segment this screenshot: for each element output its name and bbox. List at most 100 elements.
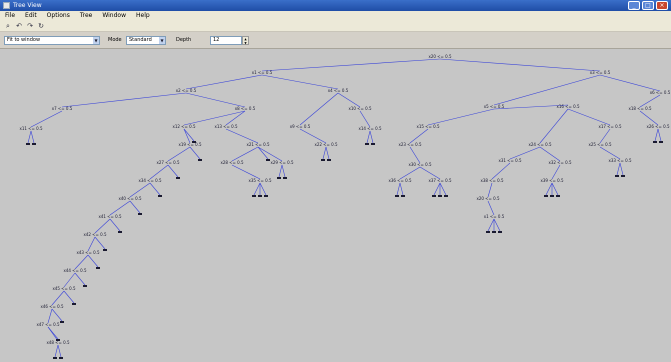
- node-label[interactable]: x34 <= 0.5: [138, 178, 162, 183]
- node-label[interactable]: x29 <= 0.5: [270, 160, 294, 165]
- menu-help[interactable]: Help: [131, 11, 155, 21]
- window-controls: _ □ ×: [628, 1, 668, 10]
- node-label[interactable]: x1 <= 0.5: [484, 214, 505, 219]
- node-label[interactable]: x38 <= 0.5: [480, 178, 504, 183]
- node-label[interactable]: x8 <= 0.5: [235, 106, 256, 111]
- minimize-button[interactable]: _: [628, 1, 640, 10]
- zoom-icon[interactable]: ⌕: [4, 23, 12, 30]
- leaf-node: [96, 267, 100, 269]
- leaf-node: [83, 285, 87, 287]
- node-label[interactable]: x15 <= 0.5: [416, 124, 440, 129]
- node-label[interactable]: x30 <= 0.5: [408, 162, 432, 167]
- menu-window[interactable]: Window: [97, 11, 131, 21]
- menu-tree[interactable]: Tree: [75, 11, 98, 21]
- leaf-edge: [551, 182, 559, 196]
- node-label[interactable]: x2 <= 0.5: [176, 88, 197, 93]
- node-label[interactable]: x27 <= 0.5: [156, 160, 180, 165]
- node-label[interactable]: x9 <= 0.5: [290, 124, 311, 129]
- tree-edge: [427, 108, 495, 126]
- tree-select[interactable]: Fit to window ▼: [4, 36, 100, 45]
- node-label[interactable]: x13 <= 0.5: [214, 124, 238, 129]
- maximize-button[interactable]: □: [642, 1, 654, 10]
- node-label[interactable]: x47 <= 0.5: [36, 322, 60, 327]
- redo-icon[interactable]: ↷: [26, 23, 34, 30]
- tree-edge: [299, 92, 339, 126]
- tree-edge: [129, 182, 151, 198]
- tree-edge: [225, 128, 259, 144]
- tree-edge: [551, 164, 561, 180]
- node-label[interactable]: x40 <= 0.5: [118, 196, 142, 201]
- node-label[interactable]: x17 <= 0.5: [598, 124, 622, 129]
- node-label[interactable]: x18 <= 0.5: [628, 106, 652, 111]
- node-label[interactable]: x14 <= 0.5: [358, 126, 382, 131]
- close-button[interactable]: ×: [656, 1, 668, 10]
- menu-file[interactable]: File: [0, 11, 20, 21]
- leaf-node: [283, 177, 287, 179]
- leaf-node: [659, 141, 663, 143]
- tree-edge: [299, 128, 327, 144]
- tree-canvas[interactable]: x20 <= 0.5 x1 <= 0.5 x3 <= 0.5 x2 <= 0.5 x4 …: [0, 49, 671, 362]
- refresh-icon[interactable]: ↻: [37, 23, 45, 30]
- node-label[interactable]: x41 <= 0.5: [98, 214, 122, 219]
- node-label[interactable]: x45 <= 0.5: [52, 286, 76, 291]
- leaf-node: [53, 357, 57, 359]
- node-label[interactable]: x44 <= 0.5: [63, 268, 87, 273]
- node-label[interactable]: x6 <= 0.5: [650, 90, 671, 95]
- leaf-node: [32, 143, 36, 145]
- leaf-node: [327, 159, 331, 161]
- depth-value: 12: [213, 37, 220, 43]
- node-label[interactable]: x39 <= 0.5: [540, 178, 564, 183]
- node-label[interactable]: x42 <= 0.5: [83, 232, 107, 237]
- node-label[interactable]: x37 <= 0.5: [428, 178, 452, 183]
- node-label[interactable]: x46 <= 0.5: [40, 304, 64, 309]
- leaf-node: [252, 195, 256, 197]
- node-label[interactable]: x32 <= 0.5: [548, 160, 572, 165]
- node-label[interactable]: x3 <= 0.5: [590, 70, 611, 75]
- undo-icon[interactable]: ↶: [15, 23, 23, 30]
- node-label[interactable]: x10 <= 0.5: [348, 106, 372, 111]
- node-label[interactable]: x20 <= 0.5: [476, 196, 500, 201]
- leaf-edge: [189, 146, 201, 160]
- mode-select[interactable]: Standard ▼: [126, 36, 166, 45]
- node-label[interactable]: x22 <= 0.5: [314, 142, 338, 147]
- spinner-arrows-icon[interactable]: ▲ ▼: [242, 36, 249, 45]
- app-icon: [3, 2, 10, 9]
- node-label[interactable]: x36 <= 0.5: [388, 178, 412, 183]
- tree-edge: [337, 92, 361, 108]
- node-label[interactable]: x11 <= 0.5: [19, 126, 43, 131]
- leaf-edge: [129, 200, 141, 214]
- node-label[interactable]: x26 <= 0.5: [646, 124, 670, 129]
- chevron-down-icon: ▼: [93, 37, 99, 44]
- node-label[interactable]: x33 <= 0.5: [608, 158, 632, 163]
- node-label[interactable]: x1 <= 0.5: [252, 70, 273, 75]
- node-label[interactable]: x16 <= 0.5: [556, 104, 580, 109]
- node-label[interactable]: x25 <= 0.5: [588, 142, 612, 147]
- menu-edit[interactable]: Edit: [20, 11, 42, 21]
- leaf-node: [59, 357, 63, 359]
- node-label[interactable]: x43 <= 0.5: [76, 250, 100, 255]
- menu-options[interactable]: Options: [42, 11, 75, 21]
- node-label[interactable]: x12 <= 0.5: [172, 124, 196, 129]
- leaf-edge: [253, 182, 261, 196]
- node-label[interactable]: x35 <= 0.5: [248, 178, 272, 183]
- node-label[interactable]: x48 <= 0.5: [46, 340, 70, 345]
- depth-spinner[interactable]: 12 ▲ ▼: [210, 36, 249, 45]
- node-label[interactable]: x23 <= 0.5: [398, 142, 422, 147]
- node-label[interactable]: x19 <= 0.5: [178, 142, 202, 147]
- node-label[interactable]: x24 <= 0.5: [528, 142, 552, 147]
- node-label[interactable]: x31 <= 0.5: [498, 158, 522, 163]
- tree-edge: [185, 92, 246, 108]
- node-label[interactable]: x21 <= 0.5: [246, 142, 270, 147]
- tree-edge: [51, 290, 65, 306]
- leaf-node: [556, 195, 560, 197]
- tree-edge: [149, 164, 169, 180]
- node-label[interactable]: x7 <= 0.5: [52, 106, 73, 111]
- node-label[interactable]: x28 <= 0.5: [220, 160, 244, 165]
- node-label[interactable]: x20 <= 0.5: [428, 54, 452, 59]
- leaf-edge: [94, 236, 106, 250]
- tree-edge: [231, 164, 261, 180]
- leaf-edge: [396, 182, 401, 196]
- node-label[interactable]: x5 <= 0.5: [484, 104, 505, 109]
- node-label[interactable]: x4 <= 0.5: [328, 88, 349, 93]
- tree-edge: [261, 74, 339, 90]
